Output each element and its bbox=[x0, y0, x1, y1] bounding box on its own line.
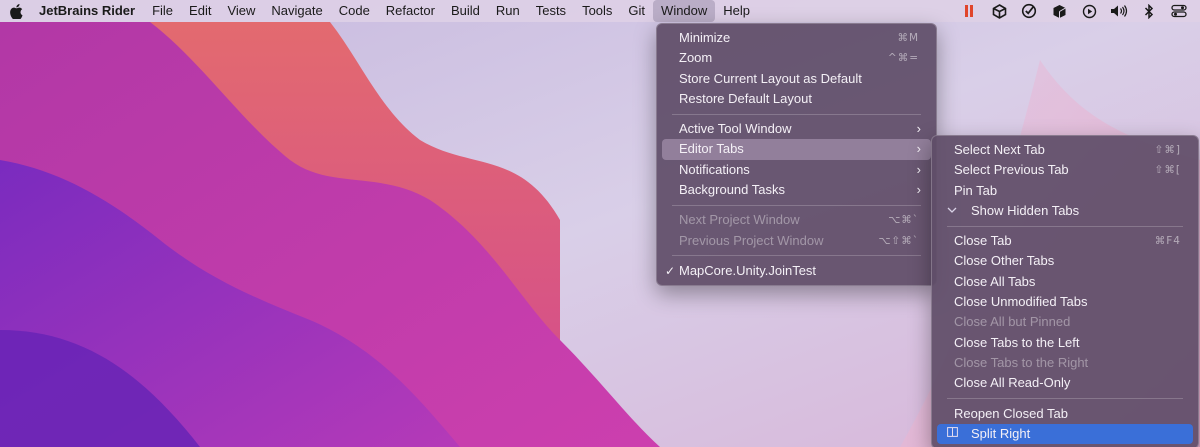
shortcut-label: ⌥⌘` bbox=[888, 214, 919, 227]
menu-item-store-layout[interactable]: Store Current Layout as Default bbox=[662, 69, 931, 89]
menu-item-split-right[interactable]: Split Right bbox=[937, 423, 1193, 445]
window-menu: Minimize ⌘M Zoom ^⌘= Store Current Layou… bbox=[656, 23, 937, 287]
menu-item-label: Minimize bbox=[679, 30, 731, 45]
menu-item-reopen-closed-tab[interactable]: Reopen Closed Tab bbox=[937, 404, 1193, 424]
menu-item-close-other-tabs[interactable]: Close Other Tabs bbox=[937, 251, 1193, 271]
menu-item-show-hidden-tabs[interactable]: Show Hidden Tabs bbox=[937, 201, 1193, 221]
chevron-right-icon: › bbox=[916, 182, 921, 198]
menu-item-zoom[interactable]: Zoom ^⌘= bbox=[662, 48, 931, 68]
chevron-right-icon: › bbox=[916, 121, 921, 137]
menu-item-editor-tabs[interactable]: Editor Tabs › bbox=[662, 139, 931, 160]
apple-logo-icon[interactable] bbox=[0, 0, 32, 22]
shortcut-label: ⌘M bbox=[897, 32, 919, 44]
shortcut-label: ⇧⌘] bbox=[1154, 144, 1181, 156]
menu-item-background-tasks[interactable]: Background Tasks › bbox=[662, 180, 931, 200]
volume-icon[interactable] bbox=[1104, 0, 1134, 22]
menu-item-previous-project-window[interactable]: Previous Project Window ⌥⇧⌘` bbox=[662, 231, 931, 251]
menu-item-label: Store Current Layout as Default bbox=[679, 70, 862, 86]
menu-item-label: Next Project Window bbox=[679, 212, 800, 228]
cube-icon[interactable] bbox=[1044, 0, 1074, 22]
menu-item-label: Select Previous Tab bbox=[954, 162, 1069, 178]
menu-item-close-tabs-left[interactable]: Close Tabs to the Left bbox=[937, 333, 1193, 353]
menu-separator bbox=[672, 113, 921, 115]
menu-tests[interactable]: Tests bbox=[528, 0, 574, 22]
chevron-down-icon bbox=[947, 201, 957, 221]
unity-icon[interactable] bbox=[984, 0, 1014, 22]
menu-help[interactable]: Help bbox=[715, 0, 758, 22]
menu-item-label: Close Other Tabs bbox=[954, 253, 1055, 269]
menu-item-next-project-window[interactable]: Next Project Window ⌥⌘` bbox=[662, 210, 931, 230]
menu-item-label: Zoom bbox=[679, 50, 713, 66]
menu-item-label: Background Tasks bbox=[679, 182, 785, 198]
play-circle-icon[interactable] bbox=[1074, 0, 1104, 22]
menu-navigate[interactable]: Navigate bbox=[263, 0, 330, 22]
menu-item-label: Close Tabs to the Right bbox=[954, 354, 1089, 370]
menu-app-name[interactable]: JetBrains Rider bbox=[32, 0, 144, 22]
menu-item-label: Pin Tab bbox=[954, 182, 998, 198]
menu-separator bbox=[947, 398, 1183, 400]
menu-item-label: Close Tab bbox=[954, 233, 1012, 249]
pause-bars-icon[interactable] bbox=[954, 0, 984, 22]
menu-item-close-tab[interactable]: Close Tab ⌘F4 bbox=[937, 231, 1193, 251]
checkmark-icon: ✓ bbox=[665, 263, 676, 278]
menu-item-label: Editor Tabs bbox=[679, 141, 744, 157]
menu-item-close-all-tabs[interactable]: Close All Tabs bbox=[937, 272, 1193, 292]
menu-item-notifications[interactable]: Notifications › bbox=[662, 160, 931, 180]
menu-item-label: Reopen Closed Tab bbox=[954, 405, 1068, 421]
bluetooth-icon[interactable] bbox=[1134, 0, 1164, 22]
shortcut-label: ^⌘= bbox=[887, 52, 919, 65]
menu-tools[interactable]: Tools bbox=[574, 0, 620, 22]
menu-item-select-next-tab[interactable]: Select Next Tab ⇧⌘] bbox=[937, 140, 1193, 160]
menu-separator bbox=[672, 255, 921, 257]
control-center-icon[interactable] bbox=[1164, 0, 1194, 22]
chevron-right-icon: › bbox=[916, 141, 921, 157]
menu-item-restore-layout[interactable]: Restore Default Layout bbox=[662, 89, 931, 109]
menu-bar: JetBrains Rider File Edit View Navigate … bbox=[0, 0, 1200, 22]
menu-code[interactable]: Code bbox=[331, 0, 378, 22]
menu-item-close-all-but-pinned[interactable]: Close All but Pinned bbox=[937, 312, 1193, 332]
status-area bbox=[954, 0, 1194, 22]
menu-item-label: Previous Project Window bbox=[679, 232, 824, 248]
menu-run[interactable]: Run bbox=[488, 0, 528, 22]
menu-item-label: Close All Read-Only bbox=[954, 375, 1071, 391]
menu-edit[interactable]: Edit bbox=[181, 0, 219, 22]
editor-tabs-submenu: Select Next Tab ⇧⌘] Select Previous Tab … bbox=[931, 135, 1199, 447]
menu-item-close-all-read-only[interactable]: Close All Read-Only bbox=[937, 373, 1193, 393]
menu-item-label: Active Tool Window bbox=[679, 121, 792, 137]
menu-file[interactable]: File bbox=[144, 0, 181, 22]
menu-item-close-unmodified-tabs[interactable]: Close Unmodified Tabs bbox=[937, 292, 1193, 312]
menu-item-close-tabs-right[interactable]: Close Tabs to the Right bbox=[937, 353, 1193, 373]
menu-item-label: Restore Default Layout bbox=[679, 90, 812, 106]
menu-item-label: Close Tabs to the Left bbox=[954, 334, 1080, 350]
menu-item-label: Close All Tabs bbox=[954, 273, 1036, 289]
menu-window[interactable]: Window bbox=[653, 0, 716, 22]
menu-item-active-tool-window[interactable]: Active Tool Window › bbox=[662, 119, 931, 139]
menu-item-label: Show Hidden Tabs bbox=[971, 202, 1080, 218]
menu-view[interactable]: View bbox=[219, 0, 263, 22]
menu-item-current-project[interactable]: ✓ MapCore.Unity.JoinTest bbox=[662, 261, 931, 281]
menu-item-label: Split Right bbox=[971, 425, 1031, 441]
menu-item-label: Notifications bbox=[679, 161, 750, 177]
menu-git[interactable]: Git bbox=[620, 0, 653, 22]
menu-item-label: Close Unmodified Tabs bbox=[954, 294, 1088, 310]
menu-item-select-previous-tab[interactable]: Select Previous Tab ⇧⌘[ bbox=[937, 160, 1193, 180]
menu-refactor[interactable]: Refactor bbox=[378, 0, 443, 22]
shortcut-label: ⇧⌘[ bbox=[1154, 164, 1181, 177]
shortcut-label: ⌘F4 bbox=[1154, 235, 1181, 248]
menu-item-label: Close All but Pinned bbox=[954, 314, 1071, 330]
split-pane-icon bbox=[947, 424, 958, 444]
menu-separator bbox=[672, 204, 921, 206]
menu-item-minimize[interactable]: Minimize ⌘M bbox=[662, 28, 931, 48]
menu-item-label: Select Next Tab bbox=[954, 142, 1045, 157]
menu-item-pin-tab[interactable]: Pin Tab bbox=[937, 181, 1193, 201]
menu-separator bbox=[947, 225, 1183, 227]
chevron-right-icon: › bbox=[916, 161, 921, 177]
menu-build[interactable]: Build bbox=[443, 0, 488, 22]
check-dial-icon[interactable] bbox=[1014, 0, 1044, 22]
menu-item-label: MapCore.Unity.JoinTest bbox=[679, 262, 817, 278]
shortcut-label: ⌥⇧⌘` bbox=[878, 234, 919, 247]
